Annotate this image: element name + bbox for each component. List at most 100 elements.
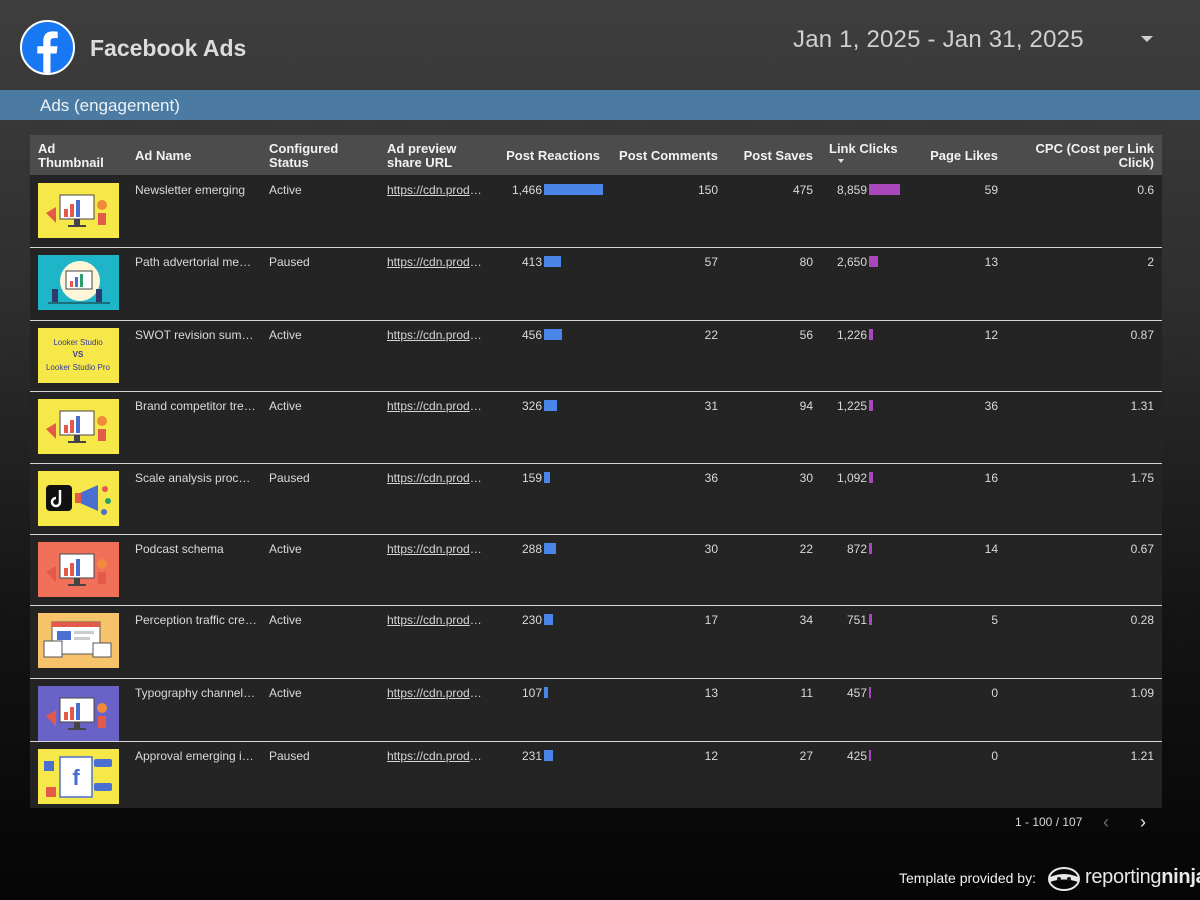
cpc-value: 1.21 (1130, 749, 1154, 763)
cpc-value: 0.6 (1137, 183, 1154, 197)
post-reactions-value: 230 (521, 613, 542, 627)
ad-preview-link[interactable]: https://cdn.prod.website-files.com (387, 328, 485, 342)
table-row[interactable]: f Approval emerging insights Paused http… (30, 741, 1162, 808)
configured-status: Paused (269, 749, 310, 763)
configured-status: Active (269, 686, 302, 700)
thumb-text: Looker Studio (53, 338, 103, 347)
post-saves-value: 11 (800, 686, 813, 700)
post-reactions-bar (544, 543, 556, 554)
configured-status: Active (269, 328, 302, 342)
post-comments-value: 22 (704, 328, 718, 342)
ad-preview-link[interactable]: https://cdn.prod.website-files.com (387, 613, 485, 627)
table-row[interactable]: Perception traffic creative Active https… (30, 605, 1162, 679)
link-clicks-value: 1,092 (836, 471, 867, 485)
ad-preview-link[interactable]: https://cdn.prod.website-files.com (387, 471, 485, 485)
post-saves-value: 56 (799, 328, 813, 342)
configured-status: Active (269, 613, 302, 627)
link-clicks-bar (869, 687, 871, 698)
chevron-left-icon[interactable]: ‹ (1103, 813, 1109, 831)
footer-label: Template provided by: (899, 870, 1036, 886)
table-row[interactable]: Newsletter emerging Active https://cdn.p… (30, 175, 1162, 248)
thumb-text: Looker Studio Pro (46, 363, 111, 372)
post-saves-value: 94 (799, 399, 813, 413)
post-reactions-bar (544, 329, 562, 340)
post-reactions-value: 456 (521, 328, 542, 342)
column-header-ad-thumbnail[interactable]: Ad Thumbnail (38, 142, 118, 170)
ad-name: Brand competitor trends (135, 399, 257, 413)
column-header-page-likes[interactable]: Page Likes (910, 149, 998, 163)
ad-name: Typography channel report (135, 686, 257, 700)
ad-name: Scale analysis process (135, 471, 257, 485)
ad-preview-link[interactable]: https://cdn.prod.website-files.com (387, 399, 485, 413)
page-likes-value: 0 (991, 686, 998, 700)
table-row[interactable]: Podcast schema Active https://cdn.prod.w… (30, 534, 1162, 606)
post-reactions-bar (544, 256, 561, 267)
ad-preview-link[interactable]: https://cdn.prod.website-files.com (387, 542, 485, 556)
ad-preview-link[interactable]: https://cdn.prod.website-files.com (387, 686, 485, 700)
post-reactions-bar (544, 472, 550, 483)
post-comments-value: 12 (704, 749, 718, 763)
link-clicks-bar (869, 400, 873, 411)
column-header-post-comments[interactable]: Post Comments (608, 149, 718, 163)
post-comments-value: 150 (697, 183, 718, 197)
page-likes-value: 59 (984, 183, 998, 197)
link-clicks-value: 8,859 (836, 183, 867, 197)
post-saves-value: 27 (799, 749, 813, 763)
page-likes-value: 0 (991, 749, 998, 763)
page-likes-value: 36 (984, 399, 998, 413)
ninja-mask-icon (1046, 866, 1082, 897)
link-clicks-bar (869, 184, 900, 195)
configured-status: Active (269, 542, 302, 556)
post-saves-value: 475 (792, 183, 813, 197)
page-likes-value: 5 (991, 613, 998, 627)
ad-preview-link[interactable]: https://cdn.prod.website-files.com (387, 255, 485, 269)
ads-table: Ad Thumbnail Ad Name Configured Status A… (30, 135, 1162, 808)
ad-preview-link[interactable]: https://cdn.prod.website-files.com (387, 749, 485, 763)
post-reactions-value: 231 (521, 749, 542, 763)
ad-preview-link[interactable]: https://cdn.prod.website-files.com (387, 183, 485, 197)
section-title: Ads (engagement) (40, 96, 180, 115)
column-header-post-reactions[interactable]: Post Reactions (488, 149, 600, 163)
post-comments-value: 57 (704, 255, 718, 269)
ad-name: Approval emerging insights (135, 749, 257, 763)
link-clicks-bar (869, 750, 871, 761)
post-saves-value: 34 (799, 613, 813, 627)
link-clicks-bar (869, 256, 878, 267)
post-reactions-bar (544, 750, 553, 761)
column-header-ad-preview-url[interactable]: Ad preview share URL (387, 142, 477, 170)
post-reactions-bar (544, 687, 548, 698)
table-row[interactable]: Brand competitor trends Active https://c… (30, 391, 1162, 464)
column-header-configured-status[interactable]: Configured Status (269, 142, 359, 170)
table-row[interactable]: Looker Studio VS Looker Studio Pro SWOT … (30, 320, 1162, 392)
column-header-cpc[interactable]: CPC (Cost per Link Click) (1015, 142, 1154, 170)
reportingninja-logo[interactable]: reportingninja (1085, 866, 1200, 889)
date-range-picker[interactable]: Jan 1, 2025 - Jan 31, 2025 (793, 26, 1084, 54)
sort-descending-icon[interactable] (838, 159, 844, 163)
column-header-ad-name[interactable]: Ad Name (135, 149, 245, 163)
ad-thumbnail-image: f (38, 749, 119, 804)
ad-name: Path advertorial messaging (135, 255, 257, 269)
chevron-right-icon[interactable]: › (1140, 813, 1146, 831)
ad-thumbnail-image (38, 255, 119, 310)
column-header-post-saves[interactable]: Post Saves (723, 149, 813, 163)
post-comments-value: 17 (704, 613, 718, 627)
page-likes-value: 14 (984, 542, 998, 556)
post-comments-value: 31 (704, 399, 718, 413)
chevron-down-icon[interactable] (1141, 36, 1153, 42)
table-row[interactable]: Scale analysis process Paused https://cd… (30, 463, 1162, 535)
post-reactions-value: 159 (521, 471, 542, 485)
thumb-text: VS (73, 350, 84, 359)
svg-text:f: f (72, 765, 80, 790)
table-row[interactable]: Path advertorial messaging Paused https:… (30, 247, 1162, 321)
table-row[interactable]: Typography channel report Active https:/… (30, 678, 1162, 742)
link-clicks-value: 1,225 (836, 399, 867, 413)
column-header-link-clicks[interactable]: Link Clicks (829, 142, 909, 156)
app-title: Facebook Ads (90, 35, 247, 61)
pagination-label: 1 - 100 / 107 (1015, 815, 1083, 829)
post-reactions-value: 1,466 (511, 183, 542, 197)
configured-status: Paused (269, 255, 310, 269)
ad-name: Newsletter emerging (135, 183, 246, 197)
post-reactions-value: 413 (521, 255, 542, 269)
cpc-value: 1.09 (1130, 686, 1154, 700)
post-comments-value: 36 (704, 471, 718, 485)
